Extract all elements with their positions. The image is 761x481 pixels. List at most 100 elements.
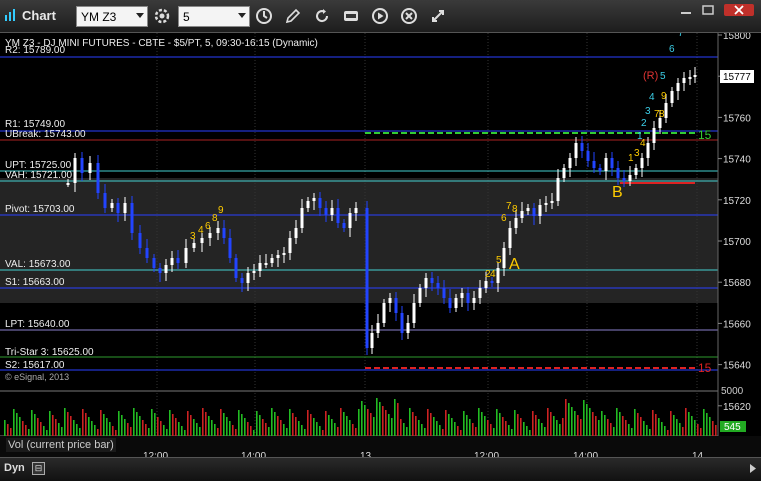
symbol-dropdown-icon[interactable]	[136, 13, 144, 18]
volume-bar	[427, 409, 429, 436]
volume-bar	[19, 417, 21, 436]
volume-bar	[553, 416, 555, 436]
volume-bar	[616, 408, 618, 436]
volume-bar	[394, 399, 396, 436]
volume-bar	[16, 413, 18, 436]
play-button[interactable]	[369, 5, 391, 27]
minimize-icon[interactable]	[678, 4, 694, 16]
zoom-icon[interactable]: ⊟	[32, 462, 45, 475]
volume-bar	[310, 414, 312, 436]
volume-bar	[346, 416, 348, 436]
price-tick-label: 15800	[723, 33, 751, 42]
count-label-11: 8	[512, 204, 518, 215]
volume-bar	[709, 417, 711, 436]
price-bar-body	[478, 288, 482, 298]
count-label-5: 9	[218, 205, 224, 216]
price-bar-body	[406, 323, 410, 333]
scroll-right-icon[interactable]	[748, 462, 758, 475]
price-bar-body	[466, 293, 470, 303]
volume-bar	[688, 412, 690, 436]
price-bar-body	[252, 271, 256, 273]
price-bar-body	[234, 258, 238, 278]
volume-bar	[679, 423, 681, 436]
volume-bar	[139, 416, 141, 436]
volume-bar	[712, 421, 714, 436]
count-label-16: 8	[659, 109, 665, 120]
interval-dropdown-icon[interactable]	[238, 13, 246, 18]
price-axis[interactable]	[718, 33, 761, 436]
price-chart[interactable]: R2: 15789.00 R1: 15749.00 UBreak: 15743.…	[0, 33, 761, 457]
volume-bar	[7, 424, 9, 436]
refresh-button[interactable]	[311, 5, 333, 27]
price-bar-body	[288, 238, 292, 253]
volume-bar	[172, 414, 174, 436]
price-bar-body	[604, 158, 608, 171]
volume-bar	[349, 420, 351, 436]
interval-input[interactable]: 5	[178, 6, 250, 27]
volume-bar	[604, 415, 606, 436]
volume-bar	[619, 412, 621, 436]
price-bar-body	[400, 313, 404, 333]
volume-bar	[298, 421, 300, 436]
volume-bar	[433, 417, 435, 436]
volume-bar	[637, 413, 639, 436]
time-button[interactable]	[253, 5, 275, 27]
volume-bar	[97, 429, 99, 436]
draw-tool-button[interactable]	[282, 5, 304, 27]
volume-bar	[103, 414, 105, 436]
window-title: Chart	[22, 8, 56, 23]
volume-bar	[295, 417, 297, 436]
price-bar-body	[240, 278, 244, 283]
price-bar-body	[592, 161, 596, 168]
volume-bar	[277, 416, 279, 436]
price-bar-body	[454, 298, 458, 308]
volume-bar	[226, 417, 228, 436]
settings-button[interactable]	[151, 5, 173, 27]
price-bar-body	[448, 298, 452, 308]
close-chart-button[interactable]	[398, 5, 420, 27]
tristar-label: Tri-Star 3: 15625.00	[5, 347, 94, 358]
volume-bar	[556, 420, 558, 436]
price-bar-body	[556, 178, 560, 201]
right-marker-red: 15	[698, 361, 712, 375]
volume-bar	[403, 423, 405, 436]
volume-bar	[580, 419, 582, 436]
volume-bar	[268, 427, 270, 436]
volume-bar	[118, 411, 120, 436]
count-label-24: 7	[678, 33, 684, 39]
price-bar-body	[370, 333, 374, 348]
volume-panel-label[interactable]: Vol (current price bar)	[6, 438, 116, 452]
volume-bar	[220, 409, 222, 436]
symbol-input[interactable]: YM Z3	[76, 6, 148, 27]
volume-bar	[160, 421, 162, 436]
volume-bar	[574, 411, 576, 436]
volume-bar	[484, 416, 486, 436]
volume-bar	[22, 421, 24, 436]
volume-bar	[361, 401, 363, 436]
sel-button[interactable]	[340, 5, 362, 27]
count-label-21: 4	[649, 92, 655, 103]
maximize-icon[interactable]	[700, 4, 716, 16]
val-label: VAL: 15673.00	[5, 259, 71, 270]
volume-bar	[373, 417, 375, 436]
price-bar-body	[580, 143, 584, 151]
dynamic-mode-label[interactable]: Dyn	[4, 462, 25, 474]
window-close-icon[interactable]	[724, 4, 754, 16]
price-bar-body	[306, 201, 310, 208]
price-bar-body	[586, 151, 590, 161]
link-button[interactable]	[427, 5, 449, 27]
volume-bar	[337, 427, 339, 436]
volume-bar	[232, 425, 234, 436]
volume-bar	[430, 413, 432, 436]
price-bar-body	[264, 263, 268, 265]
price-bar-body	[354, 208, 358, 213]
volume-bar	[658, 418, 660, 436]
volume-bar	[208, 416, 210, 436]
price-bar-body	[184, 248, 188, 263]
count-label-7: 4	[490, 269, 496, 280]
price-bar-body	[442, 288, 446, 298]
volume-bar	[304, 429, 306, 436]
volume-bar	[4, 420, 6, 436]
volume-bar	[115, 430, 117, 436]
price-bar-body	[568, 158, 572, 168]
